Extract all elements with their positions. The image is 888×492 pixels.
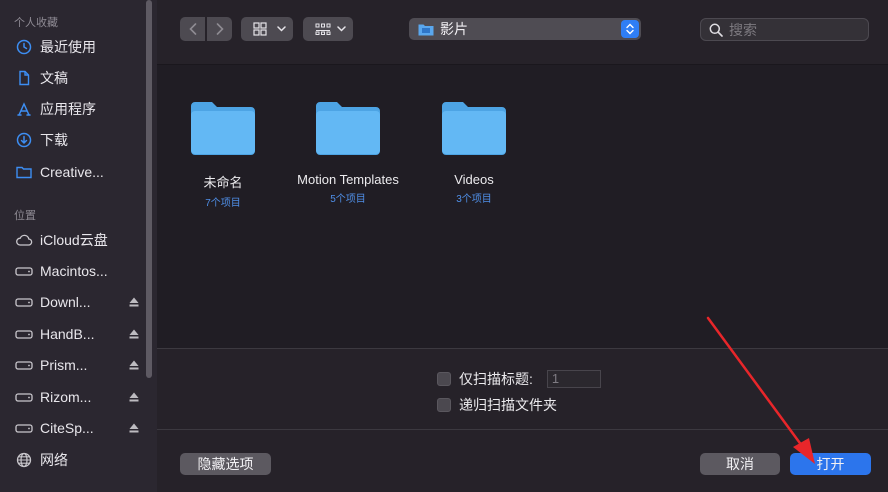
- eject-icon[interactable]: [128, 328, 140, 340]
- sidebar-item-label: CiteSp...: [40, 420, 94, 436]
- cloud-icon: [14, 230, 34, 250]
- back-button[interactable]: [180, 17, 205, 41]
- sidebar-item-label: HandB...: [40, 326, 95, 342]
- folder-item-count: 5个项目: [330, 194, 366, 205]
- eject-icon[interactable]: [128, 391, 140, 403]
- scan-titles-checkbox[interactable]: [437, 372, 451, 386]
- recursive-scan-row: 递归扫描文件夹: [437, 395, 557, 415]
- sidebar-item-label: Prism...: [40, 357, 88, 373]
- sidebar-item-label: 下载: [40, 132, 68, 148]
- search-field[interactable]: [700, 18, 869, 41]
- folder-icon: [14, 162, 34, 182]
- location-popup-label: 影片: [440, 21, 468, 37]
- open-button[interactable]: 打开: [790, 453, 871, 475]
- sidebar-item-recents[interactable]: 最近使用: [14, 34, 142, 60]
- open-file-dialog: 个人收藏 最近使用 文稿 应用程序 下载 Creative... 位置 iClo…: [0, 0, 888, 492]
- document-icon: [14, 68, 34, 88]
- disk-icon: [14, 324, 34, 344]
- sidebar-item-label: 网络: [40, 452, 68, 468]
- scan-titles-label: 仅扫描标题:: [459, 371, 533, 387]
- sidebar-scrollbar-thumb[interactable]: [146, 0, 152, 378]
- folder-name: Videos: [454, 172, 494, 187]
- folder-item-count: 7个项目: [205, 198, 241, 209]
- sidebar-item-label: 文稿: [40, 70, 68, 86]
- folder-icon: [316, 102, 380, 155]
- recursive-scan-checkbox[interactable]: [437, 398, 451, 412]
- scan-titles-count-field[interactable]: 1: [546, 370, 601, 388]
- scan-titles-row: 仅扫描标题: 1: [437, 369, 601, 389]
- sidebar-item-applications[interactable]: 应用程序: [14, 96, 142, 122]
- disk-icon: [14, 418, 34, 438]
- download-icon: [14, 130, 34, 150]
- sidebar: 个人收藏 最近使用 文稿 应用程序 下载 Creative... 位置 iClo…: [0, 0, 157, 492]
- disk-icon: [14, 387, 34, 407]
- sidebar-scrollbar[interactable]: [145, 0, 153, 492]
- sidebar-item-label: Macintos...: [40, 263, 108, 279]
- options-panel: 仅扫描标题: 1 递归扫描文件夹: [157, 348, 888, 429]
- cancel-button[interactable]: 取消: [700, 453, 780, 475]
- up-down-chevron-icon: [626, 23, 634, 35]
- folder-icon: [191, 102, 255, 155]
- sidebar-item-icloud[interactable]: iCloud云盘: [14, 227, 142, 253]
- sidebar-item-label: Downl...: [40, 294, 91, 310]
- sidebar-item-creative-cloud[interactable]: Creative...: [14, 159, 142, 185]
- sidebar-item-network[interactable]: 网络: [14, 447, 142, 473]
- disk-icon: [14, 261, 34, 281]
- folder-item-count: 3个项目: [456, 194, 492, 205]
- forward-button[interactable]: [207, 17, 232, 41]
- folder-item-untitled[interactable]: 未命名 7个项目: [168, 98, 278, 209]
- folder-icon: [442, 102, 506, 155]
- eject-icon[interactable]: [128, 422, 140, 434]
- disk-icon: [14, 292, 34, 312]
- sidebar-item-label: Creative...: [40, 164, 104, 180]
- sidebar-item-handbrake-volume[interactable]: HandB...: [14, 321, 142, 347]
- sidebar-item-prism-volume[interactable]: Prism...: [14, 352, 142, 378]
- file-browser: 未命名 7个项目 Motion Templates 5个项目 Videos 3个…: [157, 65, 888, 348]
- location-stepper[interactable]: [621, 20, 639, 38]
- sidebar-item-downloads[interactable]: 下载: [14, 127, 142, 153]
- chevron-left-icon: [188, 23, 196, 35]
- sidebar-item-label: 最近使用: [40, 39, 96, 55]
- hide-options-button[interactable]: 隐藏选项: [180, 453, 271, 475]
- folder-item-videos[interactable]: Videos 3个项目: [419, 98, 529, 205]
- folder-name: 未命名: [203, 175, 243, 190]
- chevron-down-icon: [337, 26, 346, 32]
- sidebar-item-label: 应用程序: [40, 101, 96, 117]
- search-icon: [709, 23, 723, 37]
- folder-icon: [418, 24, 434, 35]
- recursive-scan-label: 递归扫描文件夹: [459, 397, 557, 413]
- icon-view-button[interactable]: [241, 17, 293, 41]
- group-by-button[interactable]: [303, 17, 353, 41]
- applications-icon: [14, 99, 34, 119]
- sidebar-item-rizom-volume[interactable]: Rizom...: [14, 384, 142, 410]
- disk-icon: [14, 355, 34, 375]
- eject-icon[interactable]: [128, 296, 140, 308]
- folder-name: Motion Templates: [297, 172, 399, 187]
- grid-view-icon: [253, 22, 267, 36]
- location-popup[interactable]: 影片: [409, 18, 641, 40]
- favorites-section-title: 个人收藏: [14, 17, 58, 29]
- sidebar-item-macintosh-hd[interactable]: Macintos...: [14, 258, 142, 284]
- chevron-down-icon: [277, 26, 286, 32]
- locations-section-title: 位置: [14, 210, 36, 222]
- folder-item-motion-templates[interactable]: Motion Templates 5个项目: [293, 98, 403, 205]
- search-input[interactable]: [729, 21, 859, 38]
- back-forward-group: [180, 17, 232, 41]
- clock-icon: [14, 37, 34, 57]
- eject-icon[interactable]: [128, 359, 140, 371]
- sidebar-item-label: iCloud云盘: [40, 232, 108, 248]
- grid-group-icon: [315, 23, 331, 35]
- sidebar-item-downl-volume[interactable]: Downl...: [14, 289, 142, 315]
- dialog-footer: 隐藏选项 取消 打开: [157, 429, 888, 492]
- sidebar-item-citespace-volume[interactable]: CiteSp...: [14, 415, 142, 441]
- chevron-right-icon: [216, 23, 224, 35]
- globe-icon: [14, 450, 34, 470]
- toolbar: 影片: [157, 0, 888, 65]
- sidebar-item-documents[interactable]: 文稿: [14, 65, 142, 91]
- sidebar-item-label: Rizom...: [40, 389, 92, 405]
